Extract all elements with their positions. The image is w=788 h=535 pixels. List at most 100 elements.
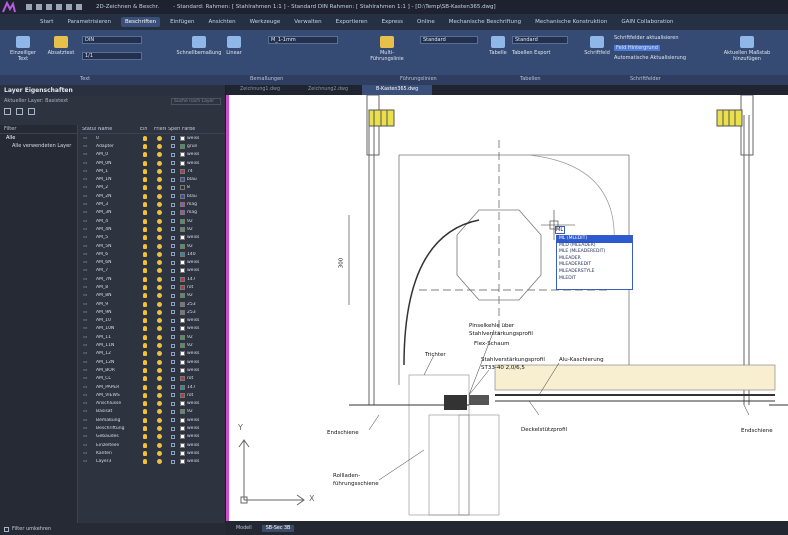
layer-status-icon[interactable]: ▭ xyxy=(80,202,96,207)
layer-name[interactable]: Gebäudes xyxy=(96,434,138,439)
sun-icon[interactable] xyxy=(156,376,162,382)
lightbulb-icon[interactable] xyxy=(143,276,147,282)
lightbulb-icon[interactable] xyxy=(143,301,147,307)
lightbulb-icon[interactable] xyxy=(143,226,147,232)
layer-row[interactable]: ▭ AM_12N weiss xyxy=(80,358,225,366)
layer-name[interactable]: AM_5N xyxy=(96,244,138,249)
layer-name[interactable]: Bemaßung xyxy=(96,418,138,423)
layer-row[interactable]: ▭ AM_BOR weiss xyxy=(80,366,225,374)
layer-status-icon[interactable]: ▭ xyxy=(80,459,96,464)
tab-gain-collaboration[interactable]: GAIN Collaboration xyxy=(617,17,677,27)
layer-status-icon[interactable]: ▭ xyxy=(80,244,96,249)
tree-item-used[interactable]: Alle verwendeten Layer xyxy=(0,142,77,150)
layer-name[interactable]: Adapter xyxy=(96,144,138,149)
layer-name[interactable]: AM_PAPER xyxy=(96,385,138,390)
layer-name[interactable]: AM_4N xyxy=(96,227,138,232)
color-swatch[interactable] xyxy=(180,177,185,183)
multileader-button[interactable]: Multi-Führungslinie xyxy=(364,36,410,62)
sun-icon[interactable] xyxy=(156,309,162,315)
sun-icon[interactable] xyxy=(156,392,162,398)
color-swatch[interactable] xyxy=(180,409,185,415)
sun-icon[interactable] xyxy=(156,384,162,390)
sun-icon[interactable] xyxy=(156,210,162,216)
layer-status-icon[interactable]: ▭ xyxy=(80,360,96,365)
open-file-icon[interactable] xyxy=(36,4,42,10)
tab-layout[interactable]: SB-Sec 3B xyxy=(261,524,295,532)
lightbulb-icon[interactable] xyxy=(143,450,147,456)
layer-name[interactable]: AM_1 xyxy=(96,169,138,174)
lightbulb-icon[interactable] xyxy=(143,235,147,241)
col-status[interactable]: Status xyxy=(80,127,96,132)
layer-row[interactable]: ▭ AM_3N mag xyxy=(80,209,225,217)
color-swatch[interactable] xyxy=(180,202,185,208)
color-swatch[interactable] xyxy=(180,284,185,290)
lightbulb-icon[interactable] xyxy=(143,326,147,332)
layer-row[interactable]: ▭ AM_1N blau xyxy=(80,175,225,183)
lock-icon[interactable] xyxy=(171,302,175,307)
layer-name[interactable]: AM_1N xyxy=(96,177,138,182)
layer-row[interactable]: ▭ AM_8 rot xyxy=(80,283,225,291)
layer-row[interactable]: ▭ AM_5N 92 xyxy=(80,242,225,250)
color-swatch[interactable] xyxy=(180,376,185,382)
lightbulb-icon[interactable] xyxy=(143,143,147,149)
layer-name[interactable]: AM_0N xyxy=(96,161,138,166)
layer-row[interactable]: ▭ Basisat 92 xyxy=(80,408,225,416)
sun-icon[interactable] xyxy=(156,450,162,456)
layer-row[interactable]: ▭ AM_6 140 xyxy=(80,250,225,258)
layer-name[interactable]: AM_9N xyxy=(96,310,138,315)
layer-name[interactable]: AM_BOR xyxy=(96,368,138,373)
layer-row[interactable]: ▭ Kanten weiss xyxy=(80,449,225,457)
redo-icon[interactable] xyxy=(76,4,82,10)
layer-row[interactable]: ▭ Gebäudes weiss xyxy=(80,433,225,441)
color-swatch[interactable] xyxy=(180,301,185,307)
lock-icon[interactable] xyxy=(171,376,175,381)
layer-name[interactable]: AM_12 xyxy=(96,351,138,356)
sun-icon[interactable] xyxy=(156,409,162,415)
color-swatch[interactable] xyxy=(180,434,185,440)
app-logo-icon[interactable] xyxy=(0,0,18,14)
color-swatch[interactable] xyxy=(180,401,185,407)
drawing-canvas[interactable]: 300 Pinselkehle über Stahlverstärkungspr… xyxy=(229,95,788,521)
color-swatch[interactable] xyxy=(180,260,185,266)
sun-icon[interactable] xyxy=(156,226,162,232)
field-background-toggle[interactable]: Feld Hintergrund xyxy=(614,45,660,51)
layer-status-icon[interactable]: ▭ xyxy=(80,260,96,265)
lightbulb-icon[interactable] xyxy=(143,359,147,365)
layer-row[interactable]: ▭ AM_2 8 xyxy=(80,184,225,192)
lock-icon[interactable] xyxy=(171,409,175,414)
dim-style-select[interactable]: M_1-1mm xyxy=(268,36,338,44)
color-swatch[interactable] xyxy=(180,251,185,257)
lightbulb-icon[interactable] xyxy=(143,392,147,398)
col-color[interactable]: Farbe xyxy=(180,127,222,132)
mtext-button[interactable]: Absatztext xyxy=(44,36,78,56)
field-button[interactable]: Schriftfeld xyxy=(584,36,610,56)
sun-icon[interactable] xyxy=(156,193,162,199)
layer-name[interactable]: Einzelteile xyxy=(96,443,138,448)
layer-row[interactable]: ▭ AM_3 mag xyxy=(80,200,225,208)
lightbulb-icon[interactable] xyxy=(143,426,147,432)
lock-icon[interactable] xyxy=(171,459,175,464)
lock-icon[interactable] xyxy=(171,451,175,456)
layer-row[interactable]: ▭ Adapter grün xyxy=(80,142,225,150)
lightbulb-icon[interactable] xyxy=(143,442,147,448)
layer-status-icon[interactable]: ▭ xyxy=(80,326,96,331)
color-swatch[interactable] xyxy=(180,193,185,199)
layer-name[interactable]: Layer3 xyxy=(96,459,138,464)
sun-icon[interactable] xyxy=(156,177,162,183)
color-swatch[interactable] xyxy=(180,359,185,365)
color-swatch[interactable] xyxy=(180,459,185,465)
color-swatch[interactable] xyxy=(180,384,185,390)
color-swatch[interactable] xyxy=(180,210,185,216)
autocomplete-item[interactable]: ML (MLEDIT) xyxy=(557,236,632,243)
color-swatch[interactable] xyxy=(180,367,185,373)
layer-name[interactable]: Anschlüsse xyxy=(96,401,138,406)
lightbulb-icon[interactable] xyxy=(143,343,147,349)
lightbulb-icon[interactable] xyxy=(143,268,147,274)
color-swatch[interactable] xyxy=(180,276,185,282)
color-swatch[interactable] xyxy=(180,426,185,432)
color-swatch[interactable] xyxy=(180,326,185,332)
auto-update-toggle[interactable]: Automatische Aktualisierung xyxy=(614,55,686,61)
tab-express[interactable]: Express xyxy=(378,17,407,27)
sun-icon[interactable] xyxy=(156,235,162,241)
lock-icon[interactable] xyxy=(171,418,175,423)
